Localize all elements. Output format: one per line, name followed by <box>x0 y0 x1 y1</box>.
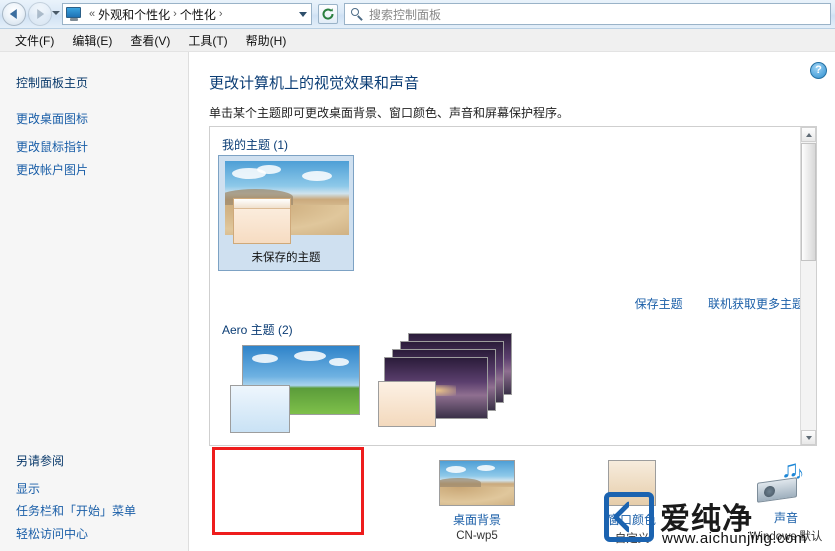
see-also-heading: 另请参阅 <box>16 454 65 468</box>
search-input[interactable]: 搜索控制面板 <box>344 3 831 25</box>
get-more-themes-link[interactable]: 联机获取更多主题 <box>708 297 804 311</box>
theme-tile-unsaved[interactable]: 未保存的主题 <box>218 155 354 271</box>
highlight-box-desktop-background <box>212 447 364 535</box>
back-button[interactable] <box>2 2 26 26</box>
menu-item-help[interactable]: 帮助(H) <box>237 30 296 51</box>
breadcrumb: « 外观和个性化 › 个性化 › <box>86 6 226 23</box>
control-panel-window: « 外观和个性化 › 个性化 › 搜索控制面板 文件(F) 编辑(E) 查看(V… <box>0 0 835 551</box>
breadcrumb-item-0[interactable]: 外观和个性化 <box>98 6 170 23</box>
see-also-item-ease-of-access[interactable]: 轻松访问中心 <box>16 525 88 542</box>
theme-tile-aero-1[interactable] <box>230 345 370 437</box>
help-icon[interactable]: ? <box>810 62 827 79</box>
breadcrumb-prefix: « <box>89 8 96 20</box>
theme-window-preview-aero-1 <box>230 385 290 433</box>
recent-pages-chevron-down-icon[interactable] <box>52 11 60 15</box>
refresh-icon <box>322 8 334 20</box>
watermark-logo-icon <box>604 492 654 542</box>
search-placeholder: 搜索控制面板 <box>369 7 442 22</box>
refresh-button[interactable] <box>318 4 338 24</box>
component-desktop-background[interactable]: 桌面背景 CN-wp5 <box>417 460 537 542</box>
group-label-my-themes: 我的主题 (1) <box>222 138 289 152</box>
menu-bar: 文件(F) 编辑(E) 查看(V) 工具(T) 帮助(H) <box>0 29 835 52</box>
theme-tile-caption: 未保存的主题 <box>251 252 321 264</box>
desktop-background-value: CN-wp5 <box>456 530 498 542</box>
chevron-down-icon <box>806 436 812 440</box>
title-address-bar: « 外观和个性化 › 个性化 › 搜索控制面板 <box>0 0 835 29</box>
save-theme-link[interactable]: 保存主题 <box>635 297 683 311</box>
theme-list-scrollbar[interactable] <box>800 127 816 445</box>
watermark: 爱纯净 www.aichunjing.com <box>604 490 835 551</box>
see-also-item-display[interactable]: 显示 <box>16 480 40 497</box>
sidebar-item-mouse-pointers[interactable]: 更改鼠标指针 <box>16 138 88 155</box>
theme-window-preview <box>233 198 291 244</box>
scroll-down-button[interactable] <box>801 430 816 445</box>
sidebar-item-desktop-icons[interactable]: 更改桌面图标 <box>16 110 88 127</box>
group-label-aero-themes: Aero 主题 (2) <box>222 323 293 337</box>
desktop-background-label[interactable]: 桌面背景 <box>417 511 537 528</box>
address-chevron-down-icon[interactable] <box>299 12 307 17</box>
see-also-item-taskbar-start[interactable]: 任务栏和「开始」菜单 <box>16 502 136 519</box>
menu-item-edit[interactable]: 编辑(E) <box>63 30 121 51</box>
scroll-up-button[interactable] <box>801 127 816 142</box>
page-title: 更改计算机上的视觉效果和声音 <box>209 75 420 92</box>
chevron-up-icon <box>806 133 812 137</box>
breadcrumb-item-1[interactable]: 个性化 <box>180 6 216 23</box>
sidebar-item-account-picture[interactable]: 更改帐户图片 <box>16 161 88 178</box>
breadcrumb-separator-1: › <box>218 8 223 20</box>
back-arrow-icon <box>9 9 17 19</box>
control-panel-icon <box>65 6 83 22</box>
menu-item-file[interactable]: 文件(F) <box>6 30 63 51</box>
theme-list-panel: 我的主题 (1) 未保存的主题 保存主题 联机获取更多主题 Aero 主题 (2… <box>209 126 817 446</box>
menu-item-tools[interactable]: 工具(T) <box>179 30 236 51</box>
scrollbar-thumb[interactable] <box>801 143 816 261</box>
theme-actions: 保存主题 联机获取更多主题 <box>613 295 804 312</box>
sidebar-heading[interactable]: 控制面板主页 <box>16 74 88 91</box>
menu-item-view[interactable]: 查看(V) <box>121 30 179 51</box>
sidebar: 控制面板主页 更改桌面图标 更改鼠标指针 更改帐户图片 另请参阅 显示 任务栏和… <box>0 52 189 551</box>
theme-tile-aero-2[interactable] <box>378 333 528 437</box>
forward-arrow-icon <box>37 9 45 19</box>
forward-button[interactable] <box>28 2 52 26</box>
search-icon <box>348 5 366 23</box>
address-bar[interactable]: « 外观和个性化 › 个性化 › <box>62 3 312 25</box>
watermark-url: www.aichunjing.com <box>662 530 807 547</box>
desktop-background-thumbnail <box>439 460 515 506</box>
breadcrumb-separator-0: › <box>173 8 177 20</box>
theme-window-preview-aero-2 <box>378 381 436 427</box>
page-subtitle: 单击某个主题即可更改桌面背景、窗口颜色、声音和屏幕保护程序。 <box>209 106 570 120</box>
